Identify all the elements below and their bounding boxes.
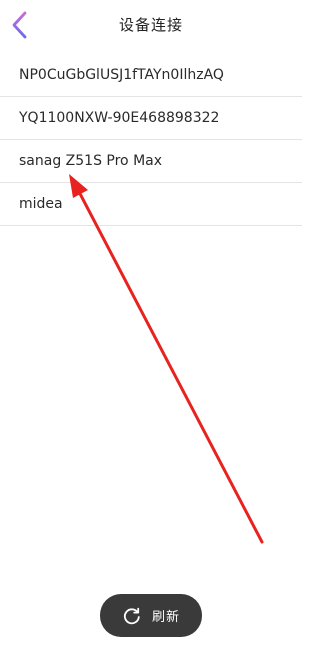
refresh-icon: [122, 606, 142, 626]
device-name: sanag Z51S Pro Max: [19, 153, 163, 169]
device-connect-screen: 设备连接 NP0CuGbGlUSJ1fTAYn0IlhzAQ YQ1100NXW…: [0, 0, 302, 648]
refresh-label: 刷新: [151, 610, 180, 625]
arrow-shaft: [74, 184, 264, 544]
device-name: NP0CuGbGlUSJ1fTAYn0IlhzAQ: [19, 67, 224, 83]
page-title: 设备连接: [118, 16, 183, 34]
device-name: YQ1100NXW-90E468898322: [19, 110, 220, 126]
device-item[interactable]: midea: [0, 183, 302, 226]
header-bar: 设备连接: [0, 0, 302, 54]
refresh-button[interactable]: 刷新: [100, 594, 202, 637]
device-item[interactable]: YQ1100NXW-90E468898322: [0, 97, 302, 140]
device-item[interactable]: NP0CuGbGlUSJ1fTAYn0IlhzAQ: [0, 54, 302, 97]
device-name: midea: [19, 196, 63, 212]
device-item[interactable]: sanag Z51S Pro Max: [0, 140, 302, 183]
device-list: NP0CuGbGlUSJ1fTAYn0IlhzAQ YQ1100NXW-90E4…: [0, 54, 302, 226]
